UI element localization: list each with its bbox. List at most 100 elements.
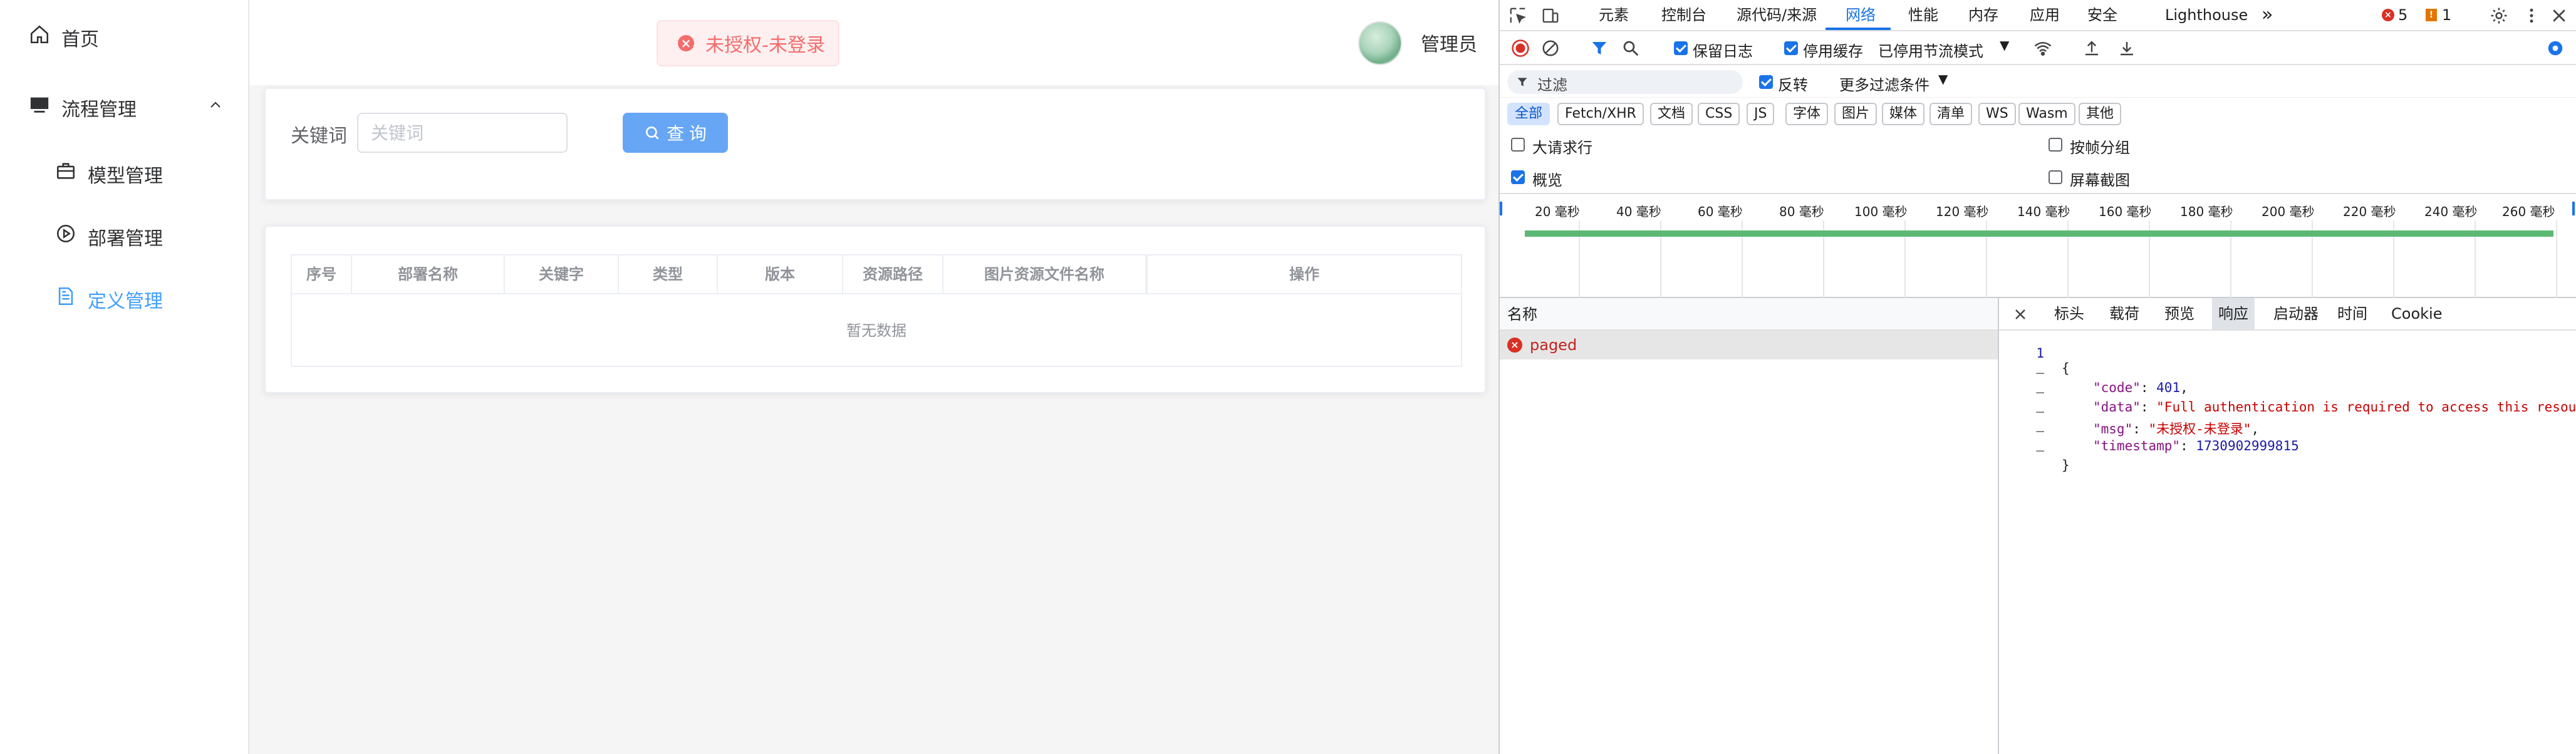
tab-sources[interactable]: 源代码/来源	[1737, 0, 1817, 30]
more-filters-dropdown[interactable]: 更多过滤条件	[1839, 73, 1929, 95]
more-tabs-button[interactable]: »	[2262, 0, 2273, 30]
chevron-down-icon[interactable]: ▼	[2000, 38, 2009, 53]
home-icon	[30, 25, 49, 44]
type-filter-img[interactable]: 图片	[1834, 103, 1877, 125]
error-count[interactable]: 5	[2398, 0, 2407, 30]
tick-label: 260 毫秒	[2502, 204, 2555, 219]
tab-memory[interactable]: 内存	[1968, 0, 1998, 30]
column-header-resource-path[interactable]: 资源路径	[843, 256, 943, 293]
column-header-deploy-name[interactable]: 部署名称	[352, 256, 505, 293]
tab-preview[interactable]: 预览	[2164, 298, 2194, 329]
tab-timing[interactable]: 时间	[2337, 298, 2367, 329]
disable-cache-checkbox[interactable]	[1784, 41, 1798, 55]
request-name: paged	[1530, 336, 1577, 354]
type-filter-fetch-xhr[interactable]: Fetch/XHR	[1557, 103, 1644, 125]
column-header-keyword[interactable]: 关键字	[505, 256, 619, 293]
sidebar-item-label: 部署管理	[88, 228, 163, 250]
filter-icon[interactable]	[1590, 39, 1609, 58]
query-button[interactable]: 查 询	[623, 113, 728, 153]
code-line: – "timestamp": 1730902999815	[1999, 408, 2298, 453]
import-har-icon[interactable]	[2082, 39, 2101, 58]
request-row[interactable]: × paged	[1500, 331, 1998, 359]
screenshots-label: 屏幕截图	[2070, 172, 2130, 189]
tab-elements[interactable]: 元素	[1599, 0, 1629, 30]
type-filter-font[interactable]: 字体	[1785, 103, 1829, 125]
column-header-image-resource[interactable]: 图片资源文件名称	[943, 256, 1148, 293]
network-settings-icon[interactable]	[2546, 39, 2565, 58]
column-header-type[interactable]: 类型	[619, 256, 718, 293]
code-line: – "code": 401,	[1999, 350, 2188, 395]
tab-payload[interactable]: 载荷	[2109, 298, 2139, 329]
sidebar-item-home[interactable]: 首页	[0, 3, 248, 65]
sidebar-item-deployment-management[interactable]: 部署管理	[0, 202, 248, 264]
screenshots-checkbox[interactable]	[2049, 170, 2062, 184]
preserve-log-checkbox[interactable]	[1674, 41, 1688, 55]
tab-response[interactable]: 响应	[2212, 298, 2255, 329]
type-filter-media[interactable]: 媒体	[1882, 103, 1925, 125]
empty-state: 暂无数据	[846, 322, 906, 339]
tab-console[interactable]: 控制台	[1661, 0, 1706, 30]
network-conditions-icon[interactable]	[2033, 39, 2052, 58]
type-filter-js[interactable]: JS	[1747, 103, 1775, 125]
timeline-range-handle-right[interactable]	[2572, 202, 2575, 215]
clear-icon[interactable]	[1541, 39, 1560, 58]
type-filter-doc[interactable]: 文档	[1650, 103, 1693, 125]
search-icon[interactable]	[1621, 39, 1640, 58]
sidebar-item-label: 流程管理	[61, 99, 137, 121]
more-vertical-icon[interactable]	[2522, 6, 2541, 25]
invert-label: 反转	[1778, 76, 1808, 94]
type-filter-manifest[interactable]: 清单	[1929, 103, 1973, 125]
device-toolbar-icon[interactable]	[1541, 6, 1560, 25]
keyword-label: 关键词	[291, 125, 347, 147]
overview-checkbox[interactable]	[1511, 170, 1525, 184]
throttling-select[interactable]: 已停用节流模式	[1878, 39, 1983, 61]
group-by-frame-checkbox[interactable]	[2049, 138, 2062, 152]
invert-checkbox[interactable]	[1759, 75, 1773, 89]
filter-input[interactable]: 过滤	[1507, 70, 1743, 94]
active-tab-indicator	[1826, 28, 1891, 30]
sidebar-item-model-management[interactable]: 模型管理	[0, 139, 248, 202]
keyword-input[interactable]	[357, 113, 568, 153]
tab-application[interactable]: 应用	[2030, 0, 2060, 30]
timeline-range-handle-left[interactable]	[1500, 202, 1502, 215]
tab-network[interactable]: 网络	[1846, 0, 1876, 30]
sidebar-item-process-management[interactable]: 流程管理	[0, 73, 248, 135]
network-overview-timeline[interactable]: 20 毫秒 40 毫秒 60 毫秒 80 毫秒 100 毫秒 120 毫秒 14…	[1500, 195, 2576, 298]
type-filter-wasm[interactable]: Wasm	[2018, 103, 2075, 125]
column-header-version[interactable]: 版本	[718, 256, 843, 293]
tab-security[interactable]: 安全	[2087, 0, 2117, 30]
type-filter-ws[interactable]: WS	[1978, 103, 2016, 125]
column-header-index[interactable]: 序号	[292, 256, 352, 293]
json-key: "msg"	[2093, 421, 2133, 436]
inspect-element-icon[interactable]	[1509, 6, 1527, 25]
devtools-tabbar: 元素 控制台 源代码/来源 网络 性能 内存 应用 安全 Lighthouse …	[1500, 0, 2576, 31]
network-options: 大请求行 按帧分组 概览 屏幕截图	[1500, 129, 2576, 194]
username[interactable]: 管理员	[1421, 29, 1477, 56]
export-har-icon[interactable]	[2117, 39, 2136, 58]
warning-count[interactable]: 1	[2442, 0, 2451, 30]
line-number: –	[2036, 443, 2044, 458]
type-filter-css[interactable]: CSS	[1698, 103, 1740, 125]
tab-headers[interactable]: 标头	[2054, 298, 2084, 329]
name-column-header[interactable]: 名称	[1500, 298, 1998, 331]
sidebar-item-definition-management[interactable]: 定义管理	[0, 264, 248, 327]
column-header-actions[interactable]: 操作	[1148, 256, 1461, 293]
type-filter-other[interactable]: 其他	[2079, 103, 2122, 125]
close-icon[interactable]	[2013, 307, 2028, 322]
tab-performance[interactable]: 性能	[1908, 0, 1938, 30]
tick-line	[2556, 220, 2557, 298]
overview-label: 概览	[1532, 172, 1562, 189]
tab-initiator[interactable]: 启动器	[2273, 298, 2319, 329]
chevron-down-icon[interactable]: ▼	[1938, 71, 1948, 86]
close-icon[interactable]	[2550, 6, 2568, 25]
gear-icon[interactable]	[2490, 6, 2508, 25]
tick-label: 180 毫秒	[2180, 204, 2233, 219]
large-rows-checkbox[interactable]	[1511, 138, 1525, 152]
avatar[interactable]	[1358, 21, 1402, 65]
tab-lighthouse[interactable]: Lighthouse	[2165, 0, 2248, 30]
error-circle-icon: ×	[678, 35, 694, 51]
record-stop-icon[interactable]	[1511, 39, 1530, 58]
code-text: {	[2062, 361, 2070, 376]
tab-cookies[interactable]: Cookie	[2391, 298, 2442, 329]
type-filter-all[interactable]: 全部	[1507, 103, 1550, 125]
